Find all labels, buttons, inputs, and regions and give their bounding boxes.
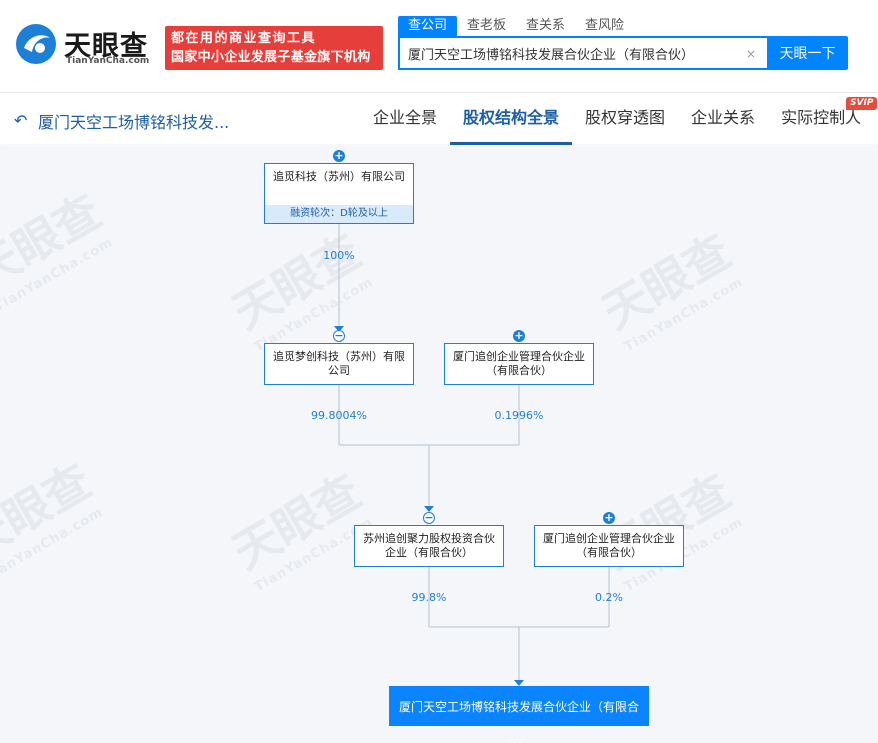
svip-badge: SVIP [846,97,878,110]
equity-structure-chart[interactable]: 天眼查 TianYanCha.com 天眼查 TianYanCha.com 天眼查 T… [0,145,878,743]
nav-tabs: 企业全景 股权结构全景 股权穿透图 企业关系 实际控制人 [360,93,874,145]
share-percentage: 100% [323,249,355,262]
search-tab-boss[interactable]: 查老板 [457,16,516,36]
share-percentage: 0.2% [595,591,623,604]
search-tab-risk[interactable]: 查风险 [575,16,634,36]
tab-enterprise-relations[interactable]: 企业关系 [678,93,768,145]
tab-equity-penetration[interactable]: 股权穿透图 [572,93,678,145]
search-input[interactable] [408,38,738,68]
search-tab-relation[interactable]: 查关系 [516,16,575,36]
clear-icon[interactable]: × [744,47,758,61]
node-name: 厦门追创企业管理合伙企业（有限合伙） [543,532,675,559]
expand-icon[interactable]: + [513,330,525,342]
connector-lines [334,224,610,686]
shareholder-node[interactable]: 追觅梦创科技（苏州）有限公司 [264,343,414,385]
financing-round-label: 融资轮次：D轮及以上 [265,205,413,223]
search-box: × [398,36,768,70]
node-name: 追觅科技（苏州）有限公司 [273,170,405,183]
collapse-icon[interactable]: − [423,512,435,524]
share-percentage: 99.8004% [311,409,367,422]
node-name: 追觅梦创科技（苏州）有限公司 [273,350,405,377]
slogan-banner: 都在用的商业查询工具 国家中小企业发展子基金旗下机构 [165,26,383,70]
expand-icon[interactable]: + [603,512,615,524]
node-name: 厦门追创企业管理合伙企业（有限合伙） [453,350,585,377]
slogan-line-1: 都在用的商业查询工具 [171,31,317,46]
collapse-icon[interactable]: − [333,330,345,342]
shareholder-node[interactable]: 追觅科技（苏州）有限公司 融资轮次：D轮及以上 [264,163,414,224]
back-link[interactable]: ↶ 厦门天空工场博铭科技发... [14,109,229,133]
share-percentage: 99.8% [411,591,447,604]
logo-subtext: TianYanCha.com [66,56,150,66]
slogan-line-2: 国家中小企业发展子基金旗下机构 [171,50,371,65]
shareholder-node[interactable]: 厦门追创企业管理合伙企业（有限合伙） [534,525,684,567]
shareholder-node[interactable]: 苏州追创聚力股权投资合伙企业（有限合伙） [354,525,504,567]
tab-enterprise-overview[interactable]: 企业全景 [360,93,450,145]
search-tabs: 查公司 查老板 查关系 查风险 [398,16,634,36]
share-percentage: 0.1996% [494,409,544,422]
company-nav-bar: ↶ 厦门天空工场博铭科技发... 企业全景 股权结构全景 股权穿透图 企业关系 … [0,92,878,145]
target-company-node[interactable]: 厦门天空工场博铭科技发展合伙企业（有限合伙） [389,686,649,743]
search-tab-company[interactable]: 查公司 [398,16,458,36]
tab-equity-structure[interactable]: 股权结构全景 [450,93,573,145]
node-name: 苏州追创聚力股权投资合伙企业（有限合伙） [363,532,495,559]
site-logo[interactable]: 天眼查 TianYanCha.com [14,22,159,72]
back-arrow-icon: ↶ [14,111,28,130]
shareholder-node[interactable]: 厦门追创企业管理合伙企业（有限合伙） [444,343,594,385]
expand-icon[interactable]: + [333,150,345,162]
site-header: 天眼查 TianYanCha.com 都在用的商业查询工具 国家中小企业发展子基… [0,0,878,84]
search-button[interactable]: 天眼一下 [767,36,848,70]
logo-mark-icon [16,24,56,64]
company-title: 厦门天空工场博铭科技发... [38,113,230,132]
